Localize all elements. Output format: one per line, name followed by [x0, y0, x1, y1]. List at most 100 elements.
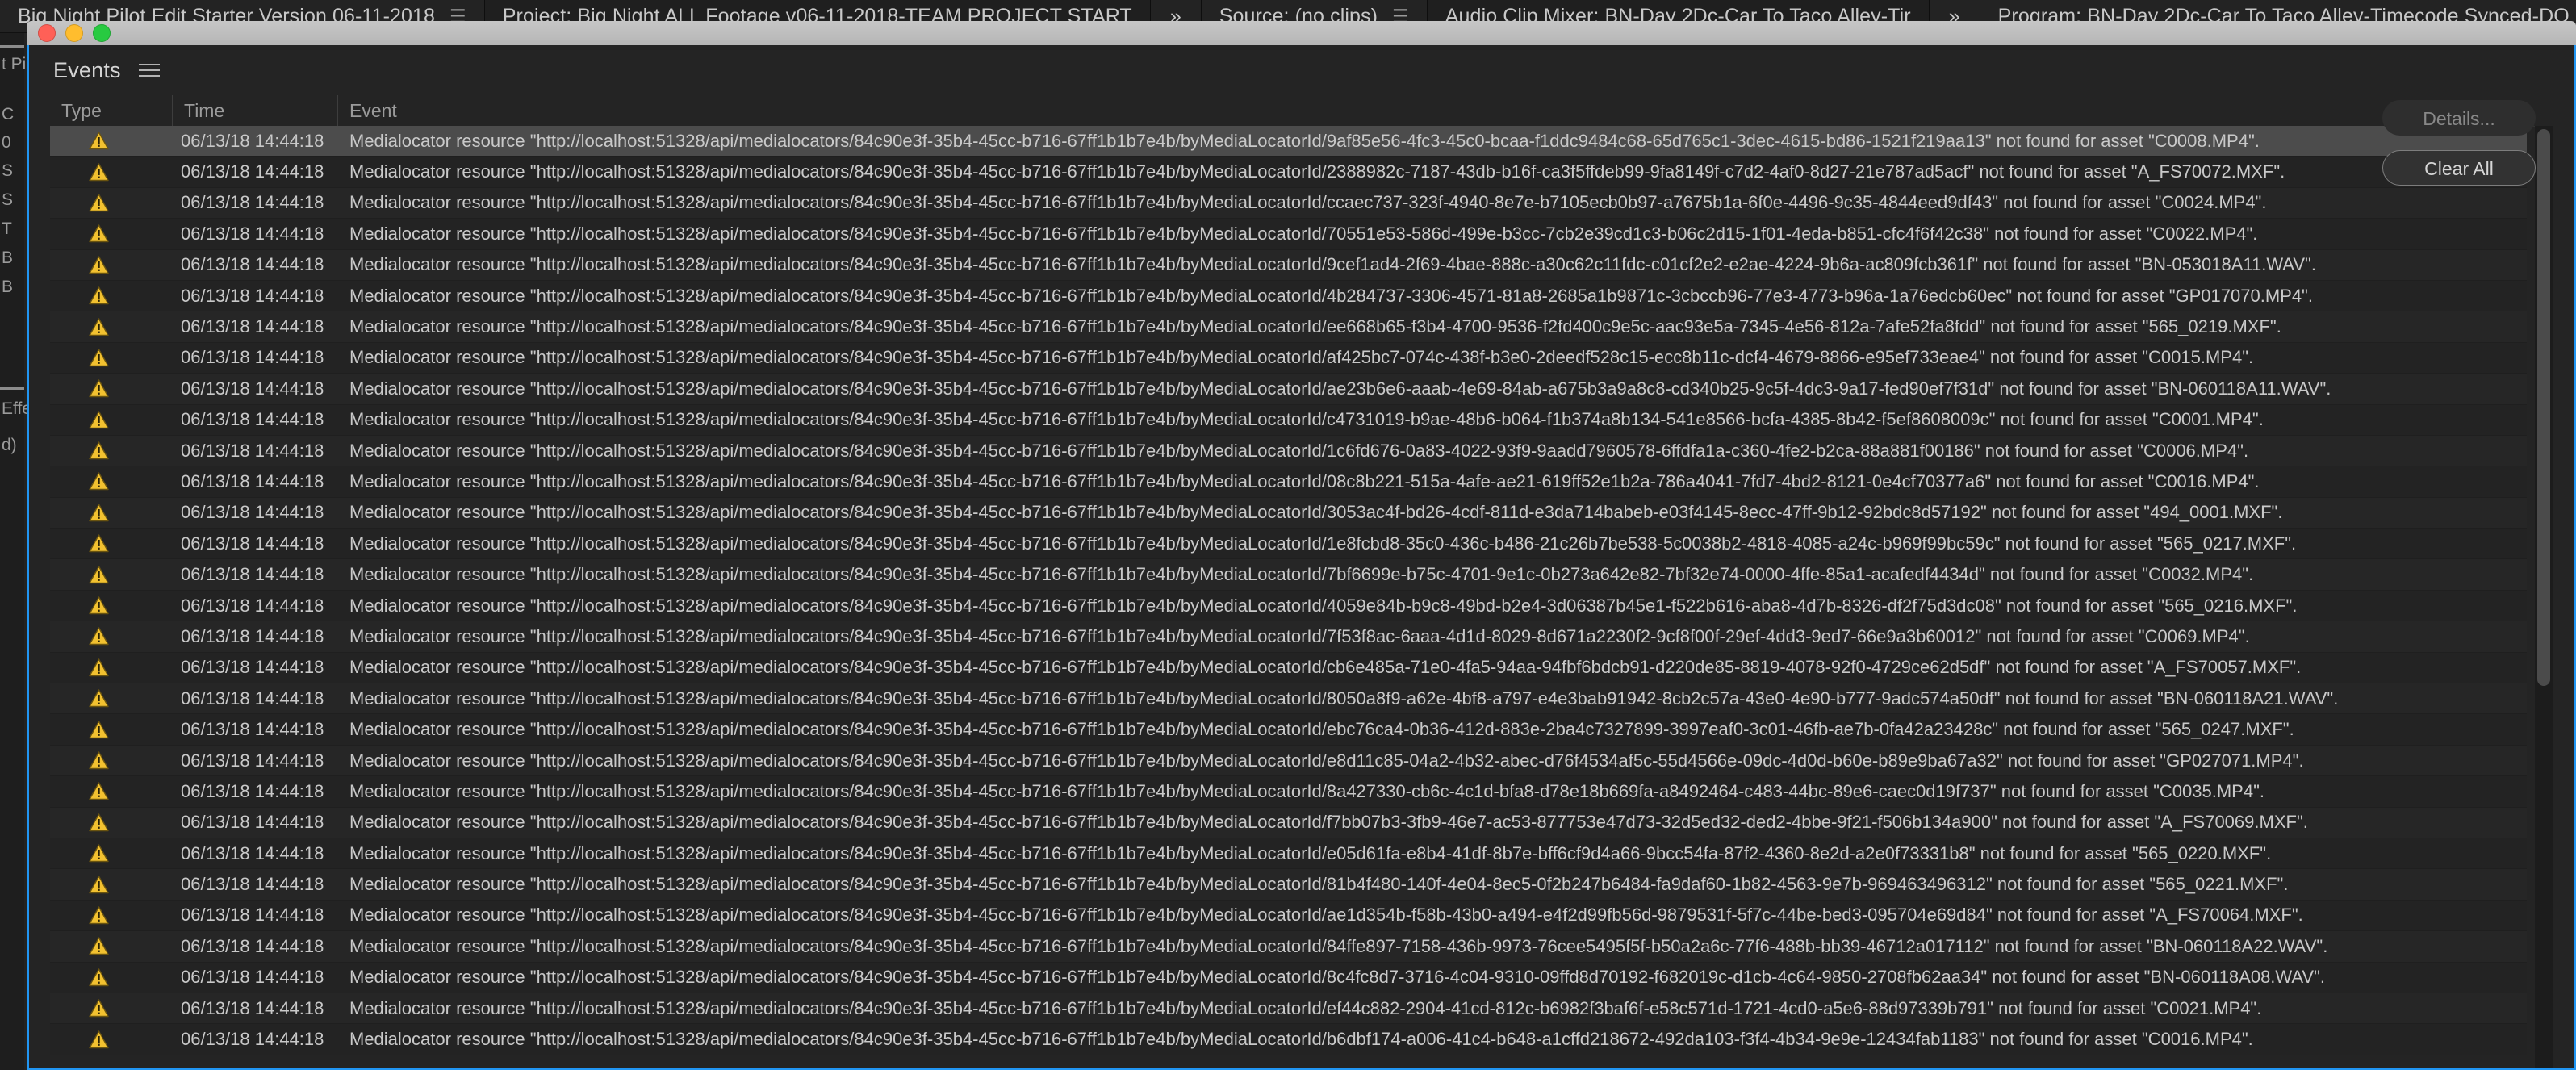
column-header-event[interactable]: Event — [338, 95, 2553, 126]
table-row[interactable]: 06/13/18 14:44:18Medialocator resource "… — [50, 498, 2527, 529]
table-row[interactable]: 06/13/18 14:44:18Medialocator resource "… — [50, 281, 2527, 311]
table-row[interactable]: 06/13/18 14:44:18Medialocator resource "… — [50, 436, 2527, 466]
event-message-cell: Medialocator resource "http://localhost:… — [338, 963, 2527, 993]
event-time-cell: 06/13/18 14:44:18 — [173, 653, 338, 683]
clear-all-button[interactable]: Clear All — [2382, 150, 2536, 186]
event-type-cell — [50, 714, 173, 744]
event-type-cell — [50, 219, 173, 249]
event-time-cell: 06/13/18 14:44:18 — [173, 157, 338, 186]
table-row[interactable]: 06/13/18 14:44:18Medialocator resource "… — [50, 1024, 2527, 1055]
table-row[interactable]: 06/13/18 14:44:18Medialocator resource "… — [50, 250, 2527, 281]
event-message-cell: Medialocator resource "http://localhost:… — [338, 157, 2527, 186]
event-time-cell: 06/13/18 14:44:18 — [173, 808, 338, 838]
warning-triangle-icon — [89, 937, 109, 955]
warning-triangle-icon — [89, 132, 109, 150]
table-row[interactable]: 06/13/18 14:44:18Medialocator resource "… — [50, 591, 2527, 621]
table-row[interactable]: 06/13/18 14:44:18Medialocator resource "… — [50, 343, 2527, 374]
window-titlebar[interactable] — [27, 21, 2576, 45]
warning-triangle-icon — [89, 596, 109, 615]
events-window: Events Type Time Event 06/13/18 14:44:18… — [27, 45, 2576, 1070]
warning-triangle-icon — [89, 194, 109, 212]
event-type-cell — [50, 683, 173, 713]
table-row[interactable]: 06/13/18 14:44:18Medialocator resource "… — [50, 683, 2527, 714]
vertical-scrollbar-track[interactable] — [2535, 126, 2553, 1068]
table-row[interactable]: 06/13/18 14:44:18Medialocator resource "… — [50, 311, 2527, 342]
table-row[interactable]: 06/13/18 14:44:18Medialocator resource "… — [50, 746, 2527, 776]
warning-triangle-icon — [89, 349, 109, 367]
warning-triangle-icon — [89, 844, 109, 863]
event-message-cell: Medialocator resource "http://localhost:… — [338, 559, 2527, 589]
event-time-cell: 06/13/18 14:44:18 — [173, 559, 338, 589]
table-row[interactable]: 06/13/18 14:44:18Medialocator resource "… — [50, 838, 2527, 869]
event-type-cell — [50, 559, 173, 589]
app-left-rail: t Pi C 0 S S T B B Effe d) — [0, 32, 24, 1070]
event-type-cell — [50, 869, 173, 899]
event-type-cell — [50, 621, 173, 651]
event-message-cell: Medialocator resource "http://localhost:… — [338, 529, 2527, 558]
table-row[interactable]: 06/13/18 14:44:18Medialocator resource "… — [50, 188, 2527, 219]
event-time-cell: 06/13/18 14:44:18 — [173, 343, 338, 373]
table-row[interactable]: 06/13/18 14:44:18Medialocator resource "… — [50, 126, 2527, 157]
details-button[interactable]: Details... — [2382, 100, 2536, 136]
event-type-cell — [50, 250, 173, 280]
table-row[interactable]: 06/13/18 14:44:18Medialocator resource "… — [50, 466, 2527, 497]
warning-triangle-icon — [89, 224, 109, 243]
event-type-cell — [50, 1024, 173, 1054]
warning-triangle-icon — [89, 906, 109, 925]
event-type-cell — [50, 591, 173, 621]
table-row[interactable]: 06/13/18 14:44:18Medialocator resource "… — [50, 621, 2527, 652]
warning-triangle-icon — [89, 441, 109, 460]
table-row[interactable]: 06/13/18 14:44:18Medialocator resource "… — [50, 559, 2527, 590]
table-row[interactable]: 06/13/18 14:44:18Medialocator resource "… — [50, 529, 2527, 559]
event-time-cell: 06/13/18 14:44:18 — [173, 281, 338, 311]
table-row[interactable]: 06/13/18 14:44:18Medialocator resource "… — [50, 219, 2527, 249]
column-header-time[interactable]: Time — [173, 95, 338, 126]
table-row[interactable]: 06/13/18 14:44:18Medialocator resource "… — [50, 157, 2527, 187]
table-row[interactable]: 06/13/18 14:44:18Medialocator resource "… — [50, 869, 2527, 900]
warning-triangle-icon — [89, 721, 109, 739]
event-time-cell: 06/13/18 14:44:18 — [173, 621, 338, 651]
table-row[interactable]: 06/13/18 14:44:18Medialocator resource "… — [50, 714, 2527, 745]
event-message-cell: Medialocator resource "http://localhost:… — [338, 746, 2527, 775]
table-row[interactable]: 06/13/18 14:44:18Medialocator resource "… — [50, 993, 2527, 1024]
event-time-cell: 06/13/18 14:44:18 — [173, 776, 338, 806]
close-button[interactable] — [38, 24, 56, 42]
events-table-body: 06/13/18 14:44:18Medialocator resource "… — [50, 126, 2553, 1068]
table-row[interactable]: 06/13/18 14:44:18Medialocator resource "… — [50, 931, 2527, 962]
event-time-cell: 06/13/18 14:44:18 — [173, 498, 338, 528]
event-time-cell: 06/13/18 14:44:18 — [173, 838, 338, 868]
warning-triangle-icon — [89, 163, 109, 182]
event-time-cell: 06/13/18 14:44:18 — [173, 250, 338, 280]
table-row[interactable]: 06/13/18 14:44:18Medialocator resource "… — [50, 374, 2527, 404]
warning-triangle-icon — [89, 968, 109, 987]
minimize-button[interactable] — [65, 24, 83, 42]
table-row[interactable]: 06/13/18 14:44:18Medialocator resource "… — [50, 653, 2527, 683]
event-message-cell: Medialocator resource "http://localhost:… — [338, 1024, 2527, 1054]
event-type-cell — [50, 776, 173, 806]
table-row[interactable]: 06/13/18 14:44:18Medialocator resource "… — [50, 776, 2527, 807]
rail-label-6: B — [2, 249, 13, 268]
event-time-cell: 06/13/18 14:44:18 — [173, 466, 338, 496]
vertical-scrollbar-thumb[interactable] — [2537, 129, 2550, 686]
hamburger-menu-icon[interactable] — [139, 64, 160, 77]
warning-triangle-icon — [89, 256, 109, 274]
event-type-cell — [50, 126, 173, 156]
event-type-cell — [50, 963, 173, 993]
event-message-cell: Medialocator resource "http://localhost:… — [338, 931, 2527, 961]
event-message-cell: Medialocator resource "http://localhost:… — [338, 498, 2527, 528]
column-header-type[interactable]: Type — [50, 95, 173, 126]
event-type-cell — [50, 343, 173, 373]
warning-triangle-icon — [89, 658, 109, 677]
warning-triangle-icon — [89, 782, 109, 800]
table-row[interactable]: 06/13/18 14:44:18Medialocator resource "… — [50, 901, 2527, 931]
zoom-button[interactable] — [93, 24, 111, 42]
event-type-cell — [50, 808, 173, 838]
table-row[interactable]: 06/13/18 14:44:18Medialocator resource "… — [50, 405, 2527, 436]
events-panel-header: Events — [29, 45, 2574, 95]
event-message-cell: Medialocator resource "http://localhost:… — [338, 405, 2527, 435]
table-row[interactable]: 06/13/18 14:44:18Medialocator resource "… — [50, 808, 2527, 838]
table-row[interactable]: 06/13/18 14:44:18Medialocator resource "… — [50, 963, 2527, 993]
event-message-cell: Medialocator resource "http://localhost:… — [338, 869, 2527, 899]
event-time-cell: 06/13/18 14:44:18 — [173, 126, 338, 156]
event-message-cell: Medialocator resource "http://localhost:… — [338, 714, 2527, 744]
